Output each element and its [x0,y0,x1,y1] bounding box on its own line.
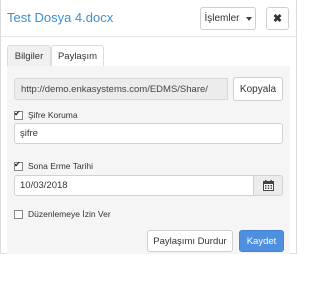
expiry-date-checkbox[interactable] [14,160,23,171]
stop-sharing-button[interactable]: Paylaşımı Durdur [147,230,233,252]
tab-info-label: Bilgiler [14,51,44,62]
actions-dropdown-button[interactable]: İşlemler [200,7,256,30]
share-url-field[interactable]: http://demo.enkasystems.com/EDMS/Share/ [14,78,228,100]
tab-sharing-label: Paylaşım [57,50,98,62]
copy-button[interactable]: Kopyala [233,77,283,101]
save-button[interactable]: Kaydet [239,230,284,252]
close-icon: ✖ [272,13,283,25]
caret-down-icon [245,16,252,21]
expiry-date-label: Sona Erme Tarihi [28,161,94,171]
actions-dropdown-label: İşlemler [204,13,240,24]
close-button[interactable]: ✖ [266,7,289,30]
password-protect-label: Şifre Koruma [28,110,78,120]
tab-info[interactable]: Bilgiler [7,45,51,67]
header-divider [0,36,297,37]
allow-edit-checkbox[interactable] [14,210,23,219]
calendar-button[interactable] [253,175,283,196]
expiry-date-input[interactable]: 10/03/2018 [14,175,254,196]
calendar-icon [262,180,274,191]
password-input[interactable]: şifre [14,123,283,144]
allow-edit-label: Düzenlemeye İzin Ver [28,209,111,219]
tab-sharing[interactable]: Paylaşım [51,45,104,67]
document-title: Test Dosya 4.docx [7,10,114,25]
password-protect-checkbox[interactable] [14,109,23,120]
